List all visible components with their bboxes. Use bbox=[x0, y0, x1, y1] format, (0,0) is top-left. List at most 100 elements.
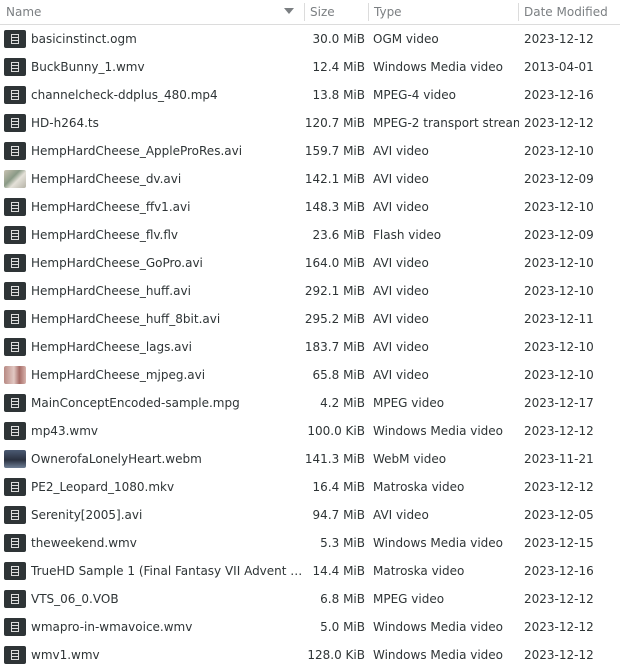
file-date-modified: 2023-12-17 bbox=[524, 396, 594, 410]
file-date-modified: 2023-12-16 bbox=[524, 564, 594, 578]
file-date-modified: 2023-12-12 bbox=[524, 116, 594, 130]
file-row[interactable]: HempHardCheese_GoPro.avi 164.0 MiB AVI v… bbox=[0, 249, 620, 277]
file-row[interactable]: HempHardCheese_huff_8bit.avi 295.2 MiB A… bbox=[0, 305, 620, 333]
file-name: wmapro-in-wmavoice.wmv bbox=[31, 620, 193, 634]
file-name: HempHardCheese_mjpeg.avi bbox=[31, 368, 206, 382]
file-size: 12.4 MiB bbox=[312, 60, 365, 74]
file-row[interactable]: TrueHD Sample 1 (Final Fantasy VII Adven… bbox=[0, 557, 620, 585]
file-date-modified: 2013-04-01 bbox=[524, 60, 594, 74]
file-type: Windows Media video bbox=[373, 620, 504, 634]
file-size: 295.2 MiB bbox=[304, 312, 365, 326]
file-type: Windows Media video bbox=[373, 536, 504, 550]
file-date-modified: 2023-12-15 bbox=[524, 536, 594, 550]
file-date-modified: 2023-12-10 bbox=[524, 256, 594, 270]
file-size: 65.8 MiB bbox=[312, 368, 365, 382]
file-date-modified: 2023-12-12 bbox=[524, 32, 594, 46]
file-size: 100.0 KiB bbox=[307, 424, 365, 438]
file-type: OGM video bbox=[373, 32, 439, 46]
file-row[interactable]: VTS_06_0.VOB 6.8 MiB MPEG video 2023-12-… bbox=[0, 585, 620, 613]
file-date-modified: 2023-12-10 bbox=[524, 368, 594, 382]
video-file-icon bbox=[4, 562, 26, 580]
file-size: 16.4 MiB bbox=[312, 480, 365, 494]
file-type: MPEG video bbox=[373, 592, 445, 606]
file-name: HempHardCheese_ffv1.avi bbox=[31, 200, 191, 214]
file-name: PE2_Leopard_1080.mkv bbox=[31, 480, 175, 494]
file-row[interactable]: HempHardCheese_flv.flv 23.6 MiB Flash vi… bbox=[0, 221, 620, 249]
file-row[interactable]: HempHardCheese_AppleProRes.avi 159.7 MiB… bbox=[0, 137, 620, 165]
file-row[interactable]: HempHardCheese_lags.avi 183.7 MiB AVI vi… bbox=[0, 333, 620, 361]
file-row[interactable]: HempHardCheese_mjpeg.avi 65.8 MiB AVI vi… bbox=[0, 361, 620, 389]
file-row[interactable]: OwnerofaLonelyHeart.webm 141.3 MiB WebM … bbox=[0, 445, 620, 473]
file-name: basicinstinct.ogm bbox=[31, 32, 137, 46]
file-size: 159.7 MiB bbox=[304, 144, 365, 158]
video-file-icon bbox=[4, 254, 26, 272]
file-size: 14.4 MiB bbox=[312, 564, 365, 578]
video-thumbnail-icon bbox=[4, 170, 26, 188]
video-file-icon bbox=[4, 282, 26, 300]
sort-descending-icon[interactable] bbox=[284, 8, 294, 14]
video-file-icon bbox=[4, 646, 26, 664]
video-file-icon bbox=[4, 198, 26, 216]
file-name: Serenity[2005].avi bbox=[31, 508, 143, 522]
file-date-modified: 2023-12-09 bbox=[524, 172, 594, 186]
file-row[interactable]: HempHardCheese_huff.avi 292.1 MiB AVI vi… bbox=[0, 277, 620, 305]
file-type: AVI video bbox=[373, 508, 429, 522]
file-row[interactable]: BuckBunny_1.wmv 12.4 MiB Windows Media v… bbox=[0, 53, 620, 81]
file-row[interactable]: channelcheck-ddplus_480.mp4 13.8 MiB MPE… bbox=[0, 81, 620, 109]
file-name: HempHardCheese_lags.avi bbox=[31, 340, 192, 354]
file-size: 94.7 MiB bbox=[312, 508, 365, 522]
video-file-icon bbox=[4, 534, 26, 552]
file-type: Windows Media video bbox=[373, 60, 504, 74]
file-date-modified: 2023-12-12 bbox=[524, 648, 594, 662]
column-header-date-modified[interactable]: Date Modified bbox=[518, 0, 620, 24]
column-header-type[interactable]: Type bbox=[368, 0, 518, 24]
file-type: AVI video bbox=[373, 144, 429, 158]
file-date-modified: 2023-12-16 bbox=[524, 88, 594, 102]
file-date-modified: 2023-12-12 bbox=[524, 424, 594, 438]
file-size: 13.8 MiB bbox=[312, 88, 365, 102]
video-file-icon bbox=[4, 30, 26, 48]
file-name: HempHardCheese_huff_8bit.avi bbox=[31, 312, 221, 326]
file-row[interactable]: mp43.wmv 100.0 KiB Windows Media video 2… bbox=[0, 417, 620, 445]
file-name: MainConceptEncoded-sample.mpg bbox=[31, 396, 240, 410]
file-type: Windows Media video bbox=[373, 648, 504, 662]
file-row[interactable]: wmapro-in-wmavoice.wmv 5.0 MiB Windows M… bbox=[0, 613, 620, 641]
file-name: BuckBunny_1.wmv bbox=[31, 60, 145, 74]
file-row[interactable]: HempHardCheese_dv.avi 142.1 MiB AVI vide… bbox=[0, 165, 620, 193]
file-type: AVI video bbox=[373, 172, 429, 186]
video-file-icon bbox=[4, 590, 26, 608]
file-row[interactable]: Serenity[2005].avi 94.7 MiB AVI video 20… bbox=[0, 501, 620, 529]
file-row[interactable]: MainConceptEncoded-sample.mpg 4.2 MiB MP… bbox=[0, 389, 620, 417]
file-date-modified: 2023-11-21 bbox=[524, 452, 594, 466]
file-row[interactable]: basicinstinct.ogm 30.0 MiB OGM video 202… bbox=[0, 25, 620, 53]
file-row[interactable]: PE2_Leopard_1080.mkv 16.4 MiB Matroska v… bbox=[0, 473, 620, 501]
column-header-date-label: Date Modified bbox=[524, 5, 608, 19]
file-name: HempHardCheese_dv.avi bbox=[31, 172, 182, 186]
file-type: MPEG-4 video bbox=[373, 88, 457, 102]
file-list: basicinstinct.ogm 30.0 MiB OGM video 202… bbox=[0, 25, 620, 669]
file-row[interactable]: wmv1.wmv 128.0 KiB Windows Media video 2… bbox=[0, 641, 620, 669]
file-row[interactable]: HD-h264.ts 120.7 MiB MPEG-2 transport st… bbox=[0, 109, 620, 137]
file-row[interactable]: theweekend.wmv 5.3 MiB Windows Media vid… bbox=[0, 529, 620, 557]
column-header-size[interactable]: Size bbox=[304, 0, 368, 24]
file-type: Flash video bbox=[373, 228, 442, 242]
file-size: 128.0 KiB bbox=[307, 648, 365, 662]
file-type: Matroska video bbox=[373, 564, 465, 578]
video-file-icon bbox=[4, 478, 26, 496]
file-name: mp43.wmv bbox=[31, 424, 98, 438]
file-type: MPEG video bbox=[373, 396, 445, 410]
file-name: VTS_06_0.VOB bbox=[31, 592, 119, 606]
file-row[interactable]: HempHardCheese_ffv1.avi 148.3 MiB AVI vi… bbox=[0, 193, 620, 221]
file-name: TrueHD Sample 1 (Final Fantasy VII Adven… bbox=[31, 564, 303, 578]
file-name: OwnerofaLonelyHeart.webm bbox=[31, 452, 202, 466]
file-name: theweekend.wmv bbox=[31, 536, 137, 550]
column-header-name[interactable]: Name bbox=[0, 0, 304, 24]
file-type: Matroska video bbox=[373, 480, 465, 494]
file-date-modified: 2023-12-10 bbox=[524, 284, 594, 298]
file-size: 5.0 MiB bbox=[320, 620, 365, 634]
video-file-icon bbox=[4, 338, 26, 356]
file-type: WebM video bbox=[373, 452, 447, 466]
column-header-bar: Name Size Type Date Modified bbox=[0, 0, 620, 25]
file-name: channelcheck-ddplus_480.mp4 bbox=[31, 88, 218, 102]
column-header-name-label: Name bbox=[6, 5, 42, 19]
